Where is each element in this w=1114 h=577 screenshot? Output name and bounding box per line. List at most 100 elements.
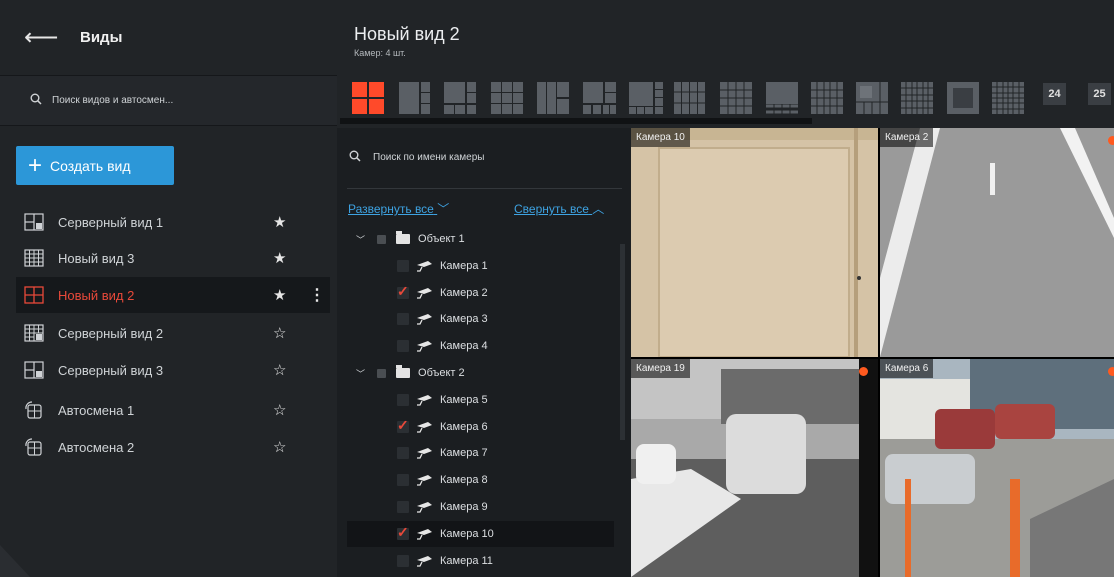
camera-tree-panel: Поиск по имени камеры Развернуть все ﹀ С… (337, 128, 631, 577)
tree-camera-6[interactable]: Камера 6 (347, 414, 614, 440)
view-item-server-view-3[interactable]: Серверный вид 3 ☆ (16, 352, 330, 388)
camera-checkbox[interactable] (397, 555, 409, 567)
tree-camera-2[interactable]: Камера 2 (347, 280, 614, 306)
tile-camera-label: Камера 6 (880, 359, 934, 378)
star-empty-icon[interactable]: ☆ (273, 438, 286, 456)
layout-6x6-icon[interactable] (992, 82, 1024, 114)
star-filled-icon[interactable]: ★ (273, 249, 286, 267)
layout-1plus7-icon[interactable] (583, 82, 616, 114)
camera-checkbox[interactable] (397, 417, 409, 434)
tree-camera-5[interactable]: Камера 5 (347, 387, 614, 413)
star-empty-icon[interactable]: ☆ (273, 401, 286, 419)
recording-indicator (859, 367, 868, 376)
video-tile-camera-2[interactable]: Камера 2 (880, 128, 1114, 357)
camera-checkbox[interactable] (397, 340, 409, 352)
tree-camera-label: Камера 7 (440, 447, 488, 459)
star-empty-icon[interactable]: ☆ (273, 361, 286, 379)
view-item-label: Серверный вид 3 (58, 362, 164, 378)
star-filled-icon[interactable]: ★ (273, 213, 286, 231)
camera-checkbox[interactable] (397, 474, 409, 486)
view-item-label: Новый вид 3 (58, 250, 135, 266)
resize-corner-icon[interactable] (0, 540, 30, 577)
view-item-new-view-3[interactable]: Новый вид 3 ★ (16, 240, 330, 276)
group-checkbox[interactable] (377, 234, 387, 244)
recording-indicator (1108, 136, 1114, 145)
camera-checkbox[interactable] (397, 283, 409, 300)
tree-camera-label: Камера 1 (440, 260, 488, 272)
camera-icon (417, 341, 432, 352)
video-tile-camera-6[interactable]: Камера 6 (880, 359, 1114, 577)
folder-icon (396, 231, 411, 244)
grid-4x4-icon (24, 249, 44, 267)
tree-camera-10[interactable]: Камера 10 (347, 521, 614, 547)
tree-group-object-2[interactable]: ﹀ Объект 2 (347, 360, 614, 386)
layout-5x4-icon[interactable] (811, 82, 843, 114)
layout-wide-icon[interactable] (766, 82, 798, 114)
camera-checkbox[interactable] (397, 447, 409, 459)
video-tile-camera-10[interactable]: Камера 10 (631, 128, 878, 357)
chevron-down-icon[interactable]: ﹀ (356, 367, 365, 380)
layout-scrollbar[interactable] (340, 118, 812, 124)
tree-camera-1[interactable]: Камера 1 (347, 253, 614, 279)
more-options-icon[interactable]: ⋮ (309, 285, 325, 305)
sidebar-title: Виды (80, 29, 123, 46)
layout-3x3-icon[interactable] (491, 82, 523, 114)
camera-checkbox[interactable] (397, 260, 409, 272)
tree-camera-11[interactable]: Камера 11 (347, 548, 614, 574)
create-view-button[interactable]: + Создать вид (16, 146, 174, 185)
view-item-label: Новый вид 2 (58, 287, 135, 303)
tree-camera-8[interactable]: Камера 8 (347, 467, 614, 493)
layout-4x3-icon[interactable] (674, 82, 705, 114)
layout-4x4-icon[interactable] (720, 82, 752, 114)
layout-6x5-icon[interactable] (901, 82, 933, 114)
camera-search-input[interactable]: Поиск по имени камеры (373, 152, 485, 163)
view-item-autoswitch-1[interactable]: Автосмена 1 ☆ (16, 392, 330, 428)
camera-icon (417, 475, 432, 486)
camera-checkbox[interactable] (397, 313, 409, 325)
tree-camera-3[interactable]: Камера 3 (347, 306, 614, 332)
tree-camera-4[interactable]: Камера 4 (347, 333, 614, 359)
tree-scrollbar[interactable] (620, 244, 625, 440)
view-item-new-view-2[interactable]: Новый вид 2 ★ ⋮ (16, 277, 330, 313)
view-item-label: Серверный вид 1 (58, 214, 164, 230)
layout-24-button[interactable]: 24 (1043, 83, 1066, 105)
camera-checkbox[interactable] (397, 394, 409, 406)
video-tile-camera-19[interactable]: Камера 19 (631, 359, 878, 577)
tree-group-object-1[interactable]: ﹀ Объект 1 (347, 226, 614, 252)
layout-1plus5-icon[interactable] (444, 82, 476, 114)
layout-25-button[interactable]: 25 (1088, 83, 1111, 105)
star-filled-icon[interactable]: ★ (273, 286, 286, 304)
view-item-autoswitch-2[interactable]: Автосмена 2 ☆ (16, 429, 330, 465)
camera-checkbox[interactable] (397, 501, 409, 513)
collapse-all-button[interactable]: Свернуть все ︿ (514, 200, 604, 217)
layout-mixed-icon[interactable] (856, 82, 888, 114)
tree-camera-7[interactable]: Камера 7 (347, 440, 614, 466)
view-item-server-view-2[interactable]: Серверный вид 2 ☆ (16, 315, 330, 351)
star-empty-icon[interactable]: ☆ (273, 324, 286, 342)
autoswitch-icon (25, 401, 42, 419)
layout-2x2-icon[interactable] (352, 82, 384, 114)
camera-search[interactable]: Поиск по имени камеры (349, 150, 485, 165)
views-search[interactable]: Поиск видов и автосмен... (0, 76, 337, 126)
camera-icon (417, 288, 432, 299)
layout-1plus9-icon[interactable] (629, 82, 663, 114)
camera-checkbox[interactable] (397, 524, 409, 541)
view-header: Новый вид 2 Камер: 4 шт. (337, 0, 1114, 76)
tree-camera-label: Камера 8 (440, 474, 488, 486)
tree-camera-label: Камера 10 (440, 528, 494, 540)
video-frame-door (631, 128, 878, 357)
tree-camera-label: Камера 4 (440, 340, 488, 352)
view-item-server-view-1[interactable]: Серверный вид 1 ★ (16, 204, 330, 240)
layout-1plus3-icon[interactable] (399, 82, 430, 114)
camera-icon (417, 502, 432, 513)
views-search-input[interactable]: Поиск видов и автосмен... (52, 95, 173, 106)
tree-camera-9[interactable]: Камера 9 (347, 494, 614, 520)
layout-2plus8-icon[interactable] (537, 82, 569, 114)
layout-frame-icon[interactable] (947, 82, 979, 114)
chevron-down-icon[interactable]: ﹀ (356, 233, 365, 246)
tree-camera-label: Камера 2 (440, 287, 488, 299)
arrow-left-icon[interactable]: ⟵ (24, 23, 64, 52)
create-view-label: Создать вид (50, 157, 131, 174)
expand-all-button[interactable]: Развернуть все ﹀ (348, 200, 449, 217)
group-checkbox[interactable] (377, 368, 387, 378)
